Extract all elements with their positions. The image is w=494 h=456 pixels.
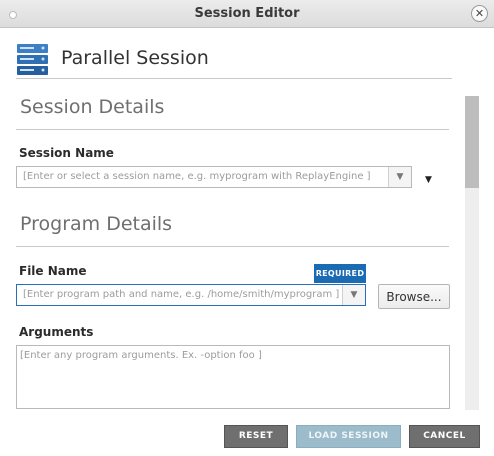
page-title: Parallel Session xyxy=(61,47,209,69)
required-badge: REQUIRED xyxy=(314,264,366,283)
cancel-button[interactable]: CANCEL xyxy=(409,425,480,448)
section-heading-program-details: Program Details xyxy=(20,213,173,235)
section-divider xyxy=(16,246,449,247)
browse-button[interactable]: Browse... xyxy=(378,284,450,309)
load-session-button[interactable]: LOAD SESSION xyxy=(296,425,401,448)
title-bar: Session Editor ✕ xyxy=(0,0,494,28)
window-title: Session Editor xyxy=(194,6,300,21)
file-name-combobox[interactable]: [Enter program path and name, e.g. /home… xyxy=(16,284,366,306)
page-header: Parallel Session xyxy=(0,27,494,79)
arguments-textarea[interactable]: [Enter any program arguments. Ex. -optio… xyxy=(16,345,450,409)
arguments-label: Arguments xyxy=(19,325,94,339)
close-icon[interactable]: ✕ xyxy=(471,5,488,22)
file-name-placeholder: [Enter program path and name, e.g. /home… xyxy=(23,289,340,300)
section-divider xyxy=(16,129,449,130)
reset-button[interactable]: RESET xyxy=(224,425,288,448)
session-name-placeholder: [Enter or select a session name, e.g. my… xyxy=(23,171,371,182)
header-divider xyxy=(16,78,452,79)
chevron-down-icon[interactable]: ▼ xyxy=(342,285,365,305)
arguments-placeholder: [Enter any program arguments. Ex. -optio… xyxy=(20,350,262,361)
session-options-dropdown-icon[interactable]: ▼ xyxy=(425,175,432,185)
file-name-label: File Name xyxy=(19,264,87,278)
chevron-down-icon[interactable]: ▼ xyxy=(388,167,411,187)
server-stack-icon xyxy=(16,43,49,80)
session-name-label: Session Name xyxy=(19,146,114,160)
scrollbar-thumb[interactable] xyxy=(465,96,479,188)
section-heading-session-details: Session Details xyxy=(20,96,165,118)
session-name-combobox[interactable]: [Enter or select a session name, e.g. my… xyxy=(16,166,412,188)
